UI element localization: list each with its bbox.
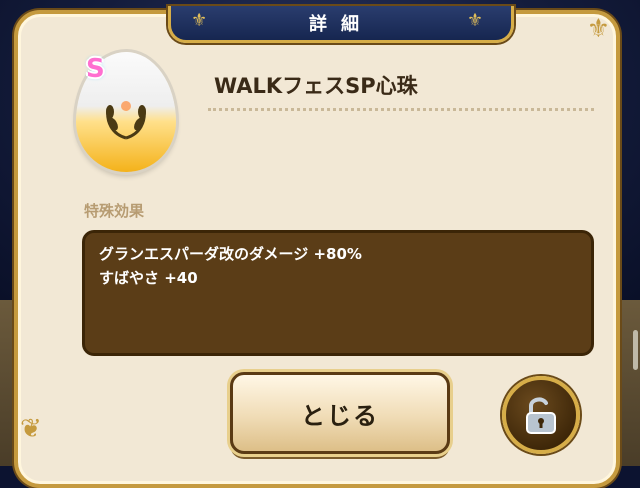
dialog-title: 詳細 — [309, 14, 373, 35]
scroll-indicator — [633, 330, 638, 370]
effect-line: すばやさ +40 — [99, 269, 198, 287]
unlocked-padlock-icon — [526, 397, 556, 434]
fleur-ornament-icon: ⚜ — [191, 10, 222, 31]
item-name: WALKフェスSP心珠 — [214, 74, 418, 98]
effect-line: グランエスパーダ改のダメージ +80% — [99, 245, 362, 263]
detail-dialog: ⚜ 詳細 ⚜ ⚜ ❦ S WALKフェスSP心珠 特殊効果 グランエスパーダ改の… — [14, 6, 620, 488]
effect-box: グランエスパーダ改のダメージ +80% すばやさ +40 — [82, 230, 594, 356]
close-button[interactable]: とじる — [230, 372, 450, 454]
fleur-ornament-icon: ⚜ — [466, 10, 497, 31]
name-divider — [208, 108, 594, 111]
corner-ornament-icon: ⚜ — [586, 14, 610, 44]
rank-badge: S — [86, 54, 105, 84]
laurel-icon — [106, 101, 146, 140]
corner-ornament-icon: ❦ — [20, 414, 42, 444]
lock-toggle-button[interactable] — [502, 376, 580, 454]
dialog-title-tab: ⚜ 詳細 ⚜ — [168, 6, 514, 43]
effect-label: 特殊効果 — [84, 202, 145, 220]
